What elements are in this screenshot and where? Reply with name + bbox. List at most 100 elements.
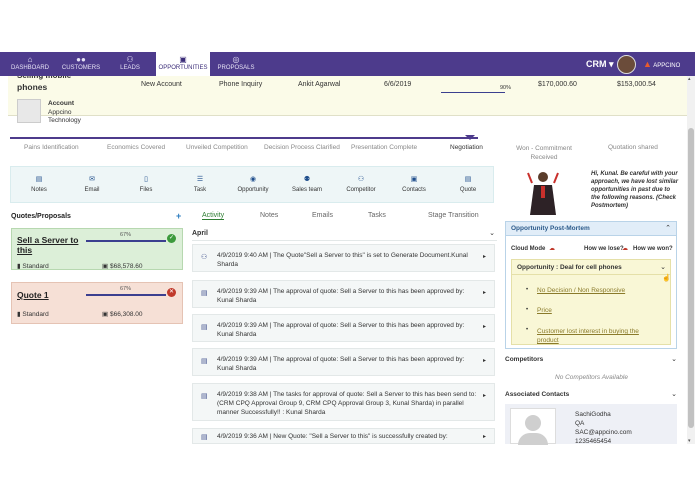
assistant-character (526, 169, 560, 217)
file-icon: ▯ (144, 176, 148, 183)
quote-progress-label: 67% (120, 286, 132, 292)
deal-section: Opportunity : Deal for cell phones ⌄ ☝ •… (511, 259, 671, 345)
activity-item[interactable]: ▤ 4/9/2019 9:36 AM | New Quote: "Sell a … (192, 428, 495, 444)
nav-opportunities[interactable]: ▣ OPPORTUNITIES (156, 52, 210, 76)
competitors-header[interactable]: Competitors ⌄ (505, 354, 677, 366)
money-icon: ▣ (102, 311, 109, 318)
stage-economics[interactable]: Economics Covered (107, 144, 165, 151)
chevron-right-icon: ▸ (482, 290, 486, 296)
add-quote-icon[interactable]: + (176, 211, 181, 221)
quote-card-approved[interactable]: Sell a Server to this 67% ✓ ▮ Standard ▣… (11, 228, 183, 270)
chevron-right-icon: ▸ (482, 254, 486, 260)
nav-dashboard[interactable]: ⌂ DASHBOARD (8, 55, 52, 76)
crm-menu[interactable]: CRM ▾ (586, 59, 614, 70)
activity-item[interactable]: ▤ 4/9/2019 9:39 AM | The approval of quo… (192, 314, 495, 342)
activity-item[interactable]: ▤ 4/9/2019 9:39 AM | The approval of quo… (192, 348, 495, 376)
tool-task[interactable]: ☰ Task (180, 175, 220, 193)
contact-email[interactable]: SAC@appcino.com (575, 428, 632, 437)
quote-progress-bar (86, 240, 166, 242)
account-avatar (17, 99, 41, 123)
contact-avatar (510, 408, 556, 445)
probability-bar (441, 92, 505, 93)
chevron-right-icon: ▸ (482, 358, 486, 364)
user-avatar[interactable] (617, 55, 636, 74)
stage-progress-line (10, 137, 478, 139)
quote-amount: ▣ $66,308.00 (102, 311, 143, 318)
deal-header[interactable]: Opportunity : Deal for cell phones ⌄ (512, 260, 670, 275)
quote-name[interactable]: Quote 1 (17, 290, 79, 300)
quote-progress-label: 67% (120, 232, 132, 238)
stage-decision[interactable]: Decision Process Clarified (264, 144, 340, 151)
tab-stage-transition[interactable]: Stage Transition (428, 212, 479, 219)
tool-notes[interactable]: ▤ Notes (19, 175, 59, 193)
tab-notes[interactable]: Notes (260, 212, 278, 219)
activity-item[interactable]: ⚇ 4/9/2019 9:40 AM | The Quote"Sell a Se… (192, 244, 495, 272)
assistant-figure-icon (527, 172, 559, 215)
banner-title-partial: Selling mobile (17, 76, 71, 80)
month-header[interactable]: April ⌄ (192, 228, 497, 241)
document-icon: ▤ (201, 393, 208, 400)
lead-source: Phone Inquiry (219, 81, 263, 88)
expected-revenue: $153,000.54 (617, 81, 656, 88)
tool-sales-team[interactable]: ⚉ Sales team (287, 175, 327, 193)
amount-value: $170,000.60 (538, 81, 577, 88)
opportunity-banner: Selling mobile phones Account Appcino Te… (8, 76, 687, 124)
reason-link[interactable]: Customer lost interest in buying the pro… (537, 327, 657, 345)
assistant-message: Hi, Kunal. Be careful with your approach… (591, 171, 679, 209)
tab-emails[interactable]: Emails (312, 212, 333, 219)
stage-presentation[interactable]: Presentation Complete (351, 144, 417, 151)
how-we-lose[interactable]: How we lose? (584, 246, 624, 252)
contacts-header[interactable]: Associated Contacts ⌄ (505, 388, 677, 400)
tab-activity[interactable]: Activity (202, 212, 225, 220)
scroll-down-icon[interactable]: ▾ (688, 438, 691, 444)
nav-customers[interactable]: ●● CUSTOMERS (58, 55, 104, 76)
how-we-won[interactable]: How we won? (633, 246, 673, 252)
tool-competitor[interactable]: ⚇ Competitor (341, 175, 381, 193)
reason-link[interactable]: No Decision / Non Responsive (537, 287, 625, 294)
contact-role: QA (575, 420, 585, 427)
user-icon: ⚇ (201, 254, 208, 261)
scroll-up-icon[interactable]: ▴ (688, 76, 691, 82)
tool-email[interactable]: ✉ Email (72, 175, 112, 193)
home-icon: ⌂ (27, 55, 33, 64)
account-name[interactable]: Appcino Technology (48, 109, 92, 125)
document-icon: ▤ (201, 290, 208, 297)
nav-proposals[interactable]: ◎ PROPOSALS (214, 55, 258, 76)
stage-marker (465, 135, 475, 140)
notes-icon: ▤ (35, 176, 43, 183)
quote-progress-bar (86, 294, 166, 296)
activity-item[interactable]: ▤ 4/9/2019 9:39 AM | The approval of quo… (192, 280, 495, 308)
contact-details: SachiGodha QA SAC@appcino.com 1235465454 (575, 410, 632, 446)
tool-files[interactable]: ▯ Files (126, 175, 166, 193)
document-icon: ▤ (201, 358, 208, 365)
chevron-up-icon: ⌃ (665, 225, 671, 232)
stage-competition[interactable]: Unveiled Competition (186, 144, 248, 151)
quote-card-rejected[interactable]: Quote 1 67% ✕ ▮ Standard ▣ $66,308.00 (11, 282, 183, 324)
tool-contacts[interactable]: ▣ Contacts (394, 175, 434, 193)
briefcase-icon: ▣ (179, 55, 187, 64)
post-mortem-header[interactable]: Opportunity Post-Mortem ⌃ (506, 222, 676, 236)
opportunity-type: New Account (141, 81, 182, 88)
cloud-icon[interactable]: ☁ (549, 245, 555, 252)
stage-quotation[interactable]: Quotation shared (608, 144, 658, 151)
activity-item[interactable]: ▤ 4/9/2019 9:38 AM | The tasks for appro… (192, 383, 495, 421)
tool-quote[interactable]: ▤ Quote (448, 175, 488, 193)
quote-type: ▮ Standard (17, 311, 49, 318)
stage-pains[interactable]: Pains Identification (24, 144, 79, 151)
scrollbar-thumb[interactable] (688, 128, 694, 428)
stage-won[interactable]: Won - Commitment Received (515, 144, 573, 162)
chevron-right-icon: ▸ (482, 393, 486, 399)
chevron-down-icon: ⌄ (671, 356, 677, 363)
probability-value: 90% (500, 85, 512, 91)
page-scrollbar[interactable]: ▴ ▾ (687, 76, 695, 444)
email-icon: ✉ (89, 176, 95, 183)
reason-link[interactable]: Price (537, 307, 552, 314)
document-icon: ▤ (201, 434, 208, 441)
bullet-icon: • (526, 327, 529, 333)
contact-card[interactable]: SachiGodha QA SAC@appcino.com 1235465454 (505, 404, 677, 446)
quote-name[interactable]: Sell a Server to this (17, 235, 79, 255)
stage-negotiation[interactable]: Negotiation (450, 144, 483, 151)
nav-leads[interactable]: ⚇ LEADS (112, 55, 148, 76)
tool-opportunity[interactable]: ◉ Opportunity (233, 175, 273, 193)
tab-tasks[interactable]: Tasks (368, 212, 386, 219)
